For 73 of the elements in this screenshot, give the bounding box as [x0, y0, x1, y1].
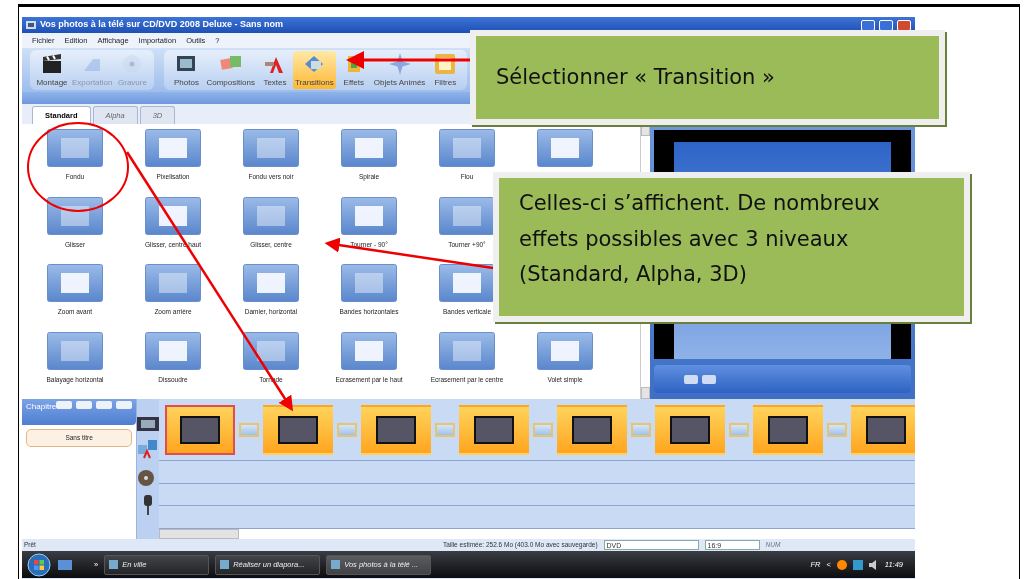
- toolbar-button[interactable]: Transitions: [292, 51, 336, 89]
- transition-thumbnail[interactable]: [145, 196, 201, 235]
- toolbar-button[interactable]: Objets Animés: [371, 51, 428, 89]
- toolbar-button[interactable]: Montage: [34, 51, 70, 89]
- transition-thumbnail[interactable]: [243, 331, 299, 370]
- photo-placeholder: [768, 415, 809, 444]
- film-icon: [137, 417, 160, 431]
- transition-thumbnail[interactable]: [341, 331, 397, 370]
- slide-thumbnail[interactable]: [361, 404, 432, 455]
- new-chapter-button[interactable]: [56, 401, 73, 409]
- transition-thumbnail[interactable]: [439, 331, 495, 370]
- toolbar-button[interactable]: Photos: [168, 51, 205, 89]
- transition-thumbnail[interactable]: [439, 264, 495, 302]
- slide-thumbnail[interactable]: [655, 404, 726, 455]
- move-up-button[interactable]: [96, 401, 113, 409]
- photo-placeholder: [474, 415, 515, 444]
- callout: Sélectionner « Transition »: [470, 30, 945, 125]
- transition-thumbnail[interactable]: [341, 264, 397, 302]
- panel-title: Chapitre: [26, 401, 57, 413]
- transition-thumbnail[interactable]: [537, 129, 593, 167]
- transition-thumbnail[interactable]: [341, 129, 397, 167]
- window-title: Vos photos à la télé sur CD/DVD 2008 Deluxe - Sans nom: [40, 18, 284, 32]
- microphone-icon: [144, 495, 153, 515]
- transition-thumbnail[interactable]: [439, 129, 495, 167]
- clapperboard-icon: [41, 53, 63, 75]
- slide-thumbnail[interactable]: [263, 404, 334, 455]
- scrollbar-thumb[interactable]: [159, 529, 240, 539]
- app-icon: [26, 21, 36, 29]
- slide-thumbnail[interactable]: [851, 404, 915, 455]
- transition-thumbnail[interactable]: [47, 264, 103, 302]
- photo-placeholder: [670, 415, 711, 444]
- toolbar-button[interactable]: Compositions: [204, 51, 257, 89]
- sparkle-icon: [388, 53, 411, 75]
- photo-placeholder: [376, 415, 417, 444]
- speaker-icon: [868, 559, 879, 570]
- slide-thumbnail[interactable]: [753, 404, 824, 455]
- photos-text-icon: [137, 439, 160, 459]
- transition-thumbnail[interactable]: [537, 331, 593, 370]
- slide-thumbnail[interactable]: [459, 404, 530, 455]
- desktop-icon: [58, 559, 72, 570]
- slide-thumbnail[interactable]: [557, 404, 628, 455]
- move-down-button[interactable]: [116, 401, 133, 409]
- network-icon: [852, 559, 863, 570]
- transition-thumbnail[interactable]: [341, 196, 397, 235]
- slide-thumbnail[interactable]: [165, 404, 236, 455]
- transition-thumbnail[interactable]: [47, 196, 103, 235]
- transition-thumbnail[interactable]: [47, 129, 103, 167]
- transition-thumbnail[interactable]: [145, 331, 201, 370]
- photo-placeholder: [278, 415, 319, 444]
- photo-placeholder: [866, 415, 907, 444]
- horizontal-scrollbar[interactable]: [159, 529, 915, 539]
- tray-app-icon: [836, 559, 847, 570]
- transition-thumbnail[interactable]: [243, 196, 299, 235]
- window-icon: [220, 560, 230, 569]
- transition-thumbnail[interactable]: [439, 196, 495, 235]
- toolbar-button[interactable]: Filtres: [427, 51, 464, 89]
- photo-placeholder: [572, 415, 613, 444]
- stop-button[interactable]: [702, 374, 716, 384]
- transition-thumbnail[interactable]: [145, 264, 201, 302]
- transition-thumbnail[interactable]: [47, 331, 103, 370]
- filter-icon: [434, 53, 457, 75]
- delete-button[interactable]: [76, 401, 93, 409]
- window-icon: [109, 560, 119, 569]
- callout: Celles-ci s’affichent. De nombreux effets possibles avec 3 niveaux (Standard, Alpha, 3D): [493, 172, 970, 322]
- transition-thumbnail[interactable]: [243, 264, 299, 302]
- photo-placeholder: [180, 415, 221, 444]
- transition-thumbnail[interactable]: [243, 129, 299, 167]
- toolbar-button[interactable]: Textes: [256, 51, 293, 89]
- toolbar-button[interactable]: Effets: [335, 51, 372, 89]
- play-button[interactable]: [684, 374, 698, 384]
- window-icon: [331, 560, 341, 569]
- start-button-icon: [26, 552, 52, 577]
- transition-thumbnail[interactable]: [145, 129, 201, 167]
